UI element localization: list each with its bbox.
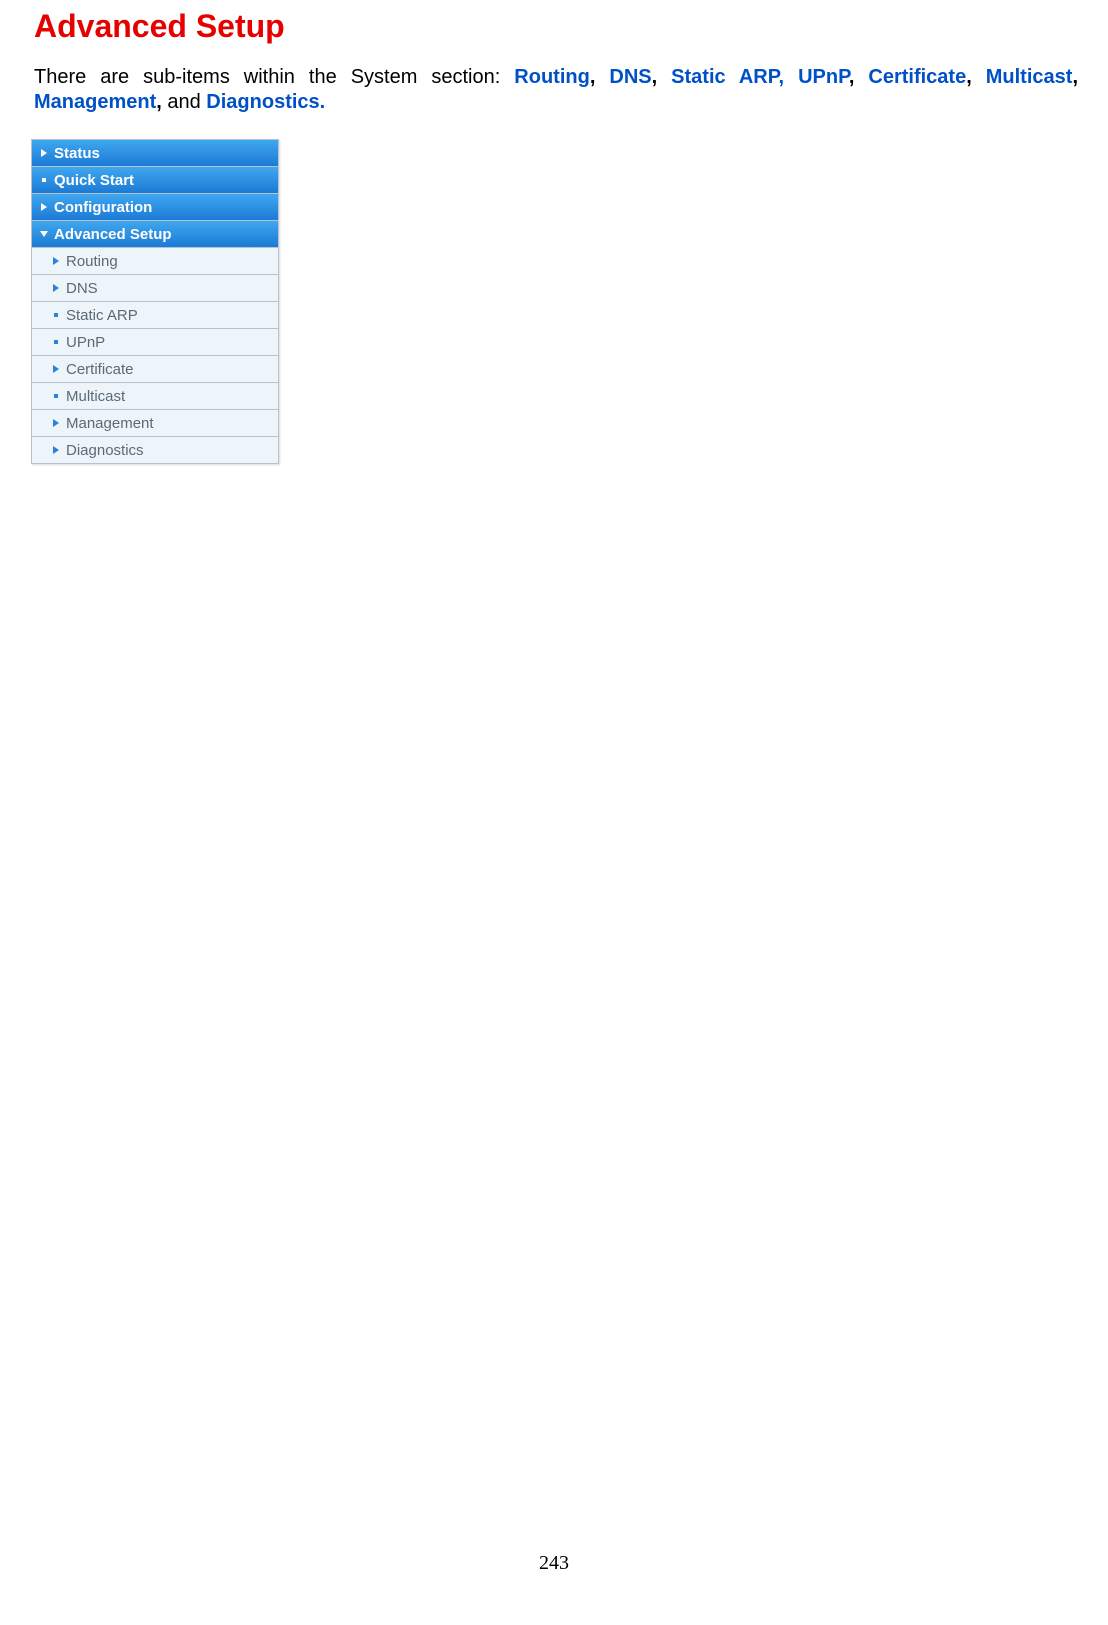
chevron-right-icon bbox=[38, 202, 50, 212]
nav-label: DNS bbox=[66, 280, 272, 297]
dot-icon bbox=[50, 391, 62, 401]
link-upnp: UPnP bbox=[798, 66, 849, 88]
dot-icon bbox=[50, 310, 62, 320]
nav-subitem-management[interactable]: Management bbox=[32, 410, 278, 437]
nav-label: Diagnostics bbox=[66, 442, 272, 459]
nav-label: Management bbox=[66, 415, 272, 432]
nav-item-status[interactable]: Status bbox=[32, 140, 278, 167]
link-dns: DNS bbox=[609, 66, 651, 88]
nav-subitem-static-arp[interactable]: Static ARP bbox=[32, 302, 278, 329]
intro-and: and bbox=[162, 91, 206, 113]
link-routing: Routing bbox=[514, 66, 590, 88]
nav-subitem-multicast[interactable]: Multicast bbox=[32, 383, 278, 410]
sep: , bbox=[849, 66, 869, 88]
nav-subitem-certificate[interactable]: Certificate bbox=[32, 356, 278, 383]
nav-item-quick-start[interactable]: Quick Start bbox=[32, 167, 278, 194]
sep: , bbox=[652, 66, 672, 88]
nav-label: Routing bbox=[66, 253, 272, 270]
sep: , bbox=[590, 66, 610, 88]
nav-label: Advanced Setup bbox=[54, 226, 272, 243]
page-number: 243 bbox=[0, 1552, 1108, 1575]
dot-icon bbox=[38, 175, 50, 185]
nav-label: Quick Start bbox=[54, 172, 272, 189]
chevron-right-icon bbox=[50, 364, 62, 374]
sidebar-nav: Status Quick Start Configuration Advance… bbox=[31, 139, 279, 464]
nav-label: UPnP bbox=[66, 334, 272, 351]
nav-subitem-diagnostics[interactable]: Diagnostics bbox=[32, 437, 278, 464]
intro-paragraph: There are sub-items within the System se… bbox=[34, 65, 1078, 115]
chevron-right-icon bbox=[50, 445, 62, 455]
intro-prefix: There are sub-items within the System se… bbox=[34, 66, 514, 88]
nav-subitem-dns[interactable]: DNS bbox=[32, 275, 278, 302]
nav-item-advanced-setup[interactable]: Advanced Setup bbox=[32, 221, 278, 248]
nav-label: Status bbox=[54, 145, 272, 162]
nav-label: Certificate bbox=[66, 361, 272, 378]
link-multicast: Multicast bbox=[986, 66, 1073, 88]
link-management: Management bbox=[34, 91, 156, 113]
nav-label: Static ARP bbox=[66, 307, 272, 324]
chevron-right-icon bbox=[50, 283, 62, 293]
dot-icon bbox=[50, 337, 62, 347]
nav-subitem-upnp[interactable]: UPnP bbox=[32, 329, 278, 356]
link-certificate: Certificate bbox=[868, 66, 966, 88]
nav-label: Multicast bbox=[66, 388, 272, 405]
sep: , bbox=[966, 66, 986, 88]
nav-item-configuration[interactable]: Configuration bbox=[32, 194, 278, 221]
nav-subitem-routing[interactable]: Routing bbox=[32, 248, 278, 275]
chevron-right-icon bbox=[38, 148, 50, 158]
sep: , bbox=[1072, 66, 1078, 88]
page-title: Advanced Setup bbox=[34, 8, 1078, 45]
page: Advanced Setup There are sub-items withi… bbox=[0, 0, 1108, 1625]
chevron-right-icon bbox=[50, 256, 62, 266]
link-diagnostics: Diagnostics. bbox=[206, 91, 325, 113]
nav-label: Configuration bbox=[54, 199, 272, 216]
link-static-arp: Static ARP, bbox=[671, 66, 784, 88]
chevron-right-icon bbox=[50, 418, 62, 428]
chevron-down-icon bbox=[38, 230, 50, 238]
